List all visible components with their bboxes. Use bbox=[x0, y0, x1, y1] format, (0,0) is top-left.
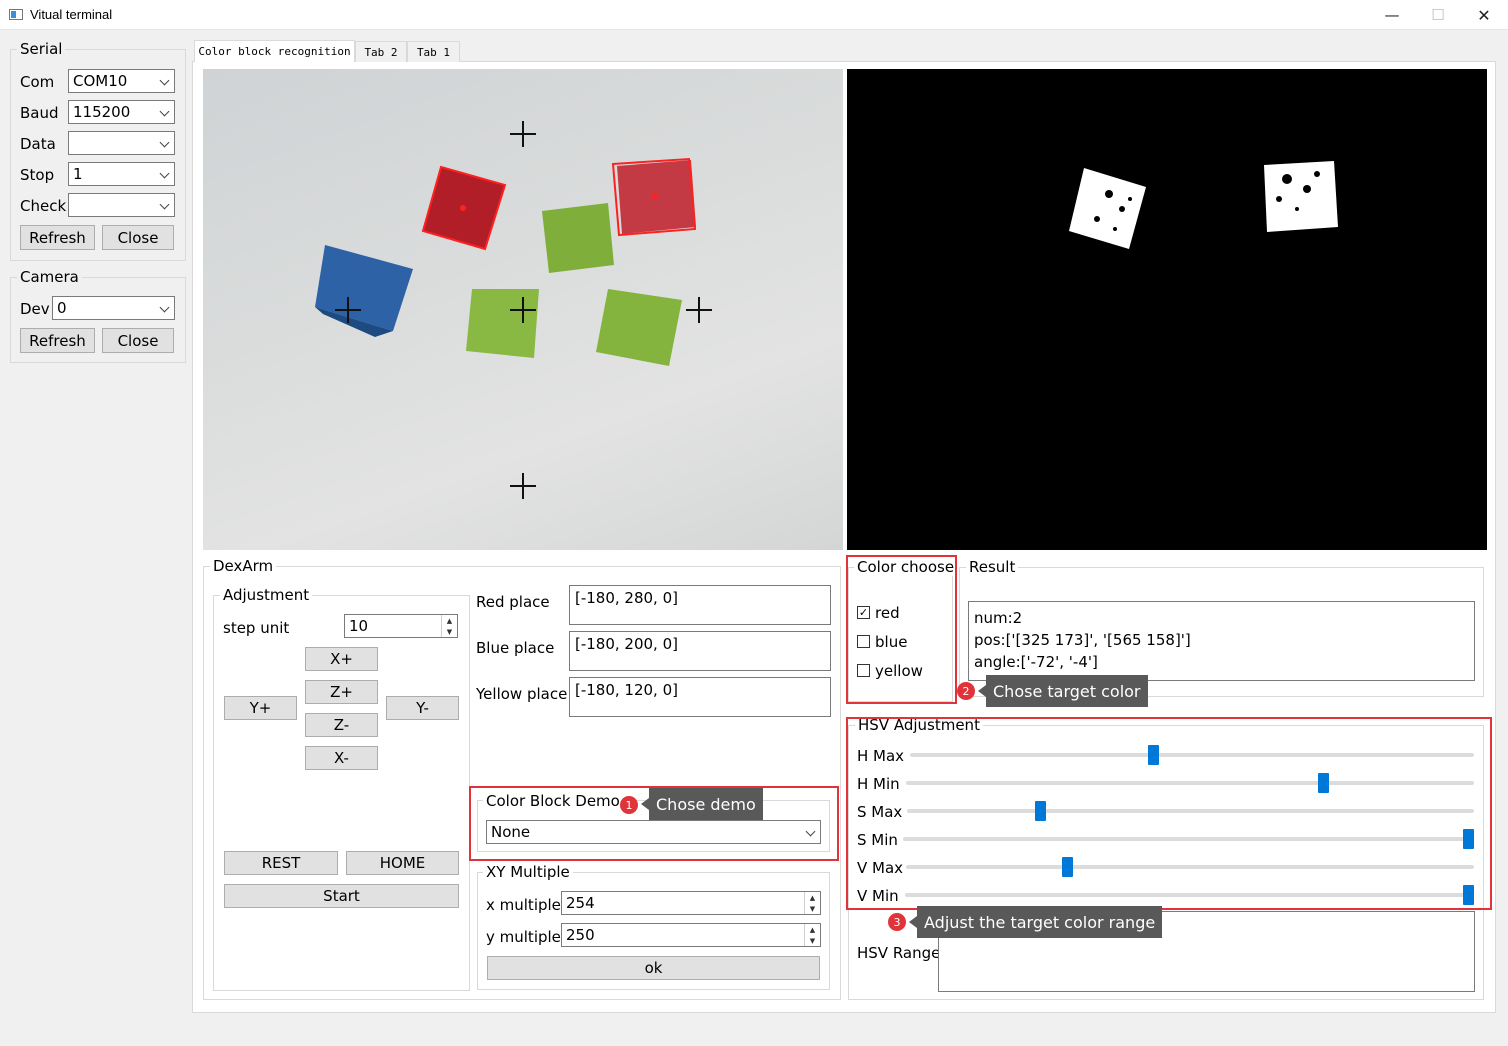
home-button[interactable]: HOME bbox=[346, 851, 459, 875]
data-label: Data bbox=[20, 135, 56, 153]
blue-place-label: Blue place bbox=[476, 639, 555, 657]
chevron-down-icon bbox=[159, 302, 170, 313]
step-unit-spinbox[interactable]: 10 ▲ ▼ bbox=[344, 614, 458, 638]
camera-title: Camera bbox=[17, 268, 82, 286]
x-multiple-value: 254 bbox=[566, 894, 595, 912]
blue-place-field[interactable]: [-180, 200, 0] bbox=[569, 631, 831, 671]
step-unit-value: 10 bbox=[349, 617, 369, 635]
chevron-down-icon bbox=[159, 168, 170, 179]
result-line: num:2 bbox=[974, 609, 1023, 627]
z-plus-button[interactable]: Z+ bbox=[305, 680, 378, 704]
baud-value: 115200 bbox=[73, 103, 131, 121]
camera-refresh-button[interactable]: Refresh bbox=[20, 328, 95, 353]
stop-value: 1 bbox=[73, 165, 83, 183]
adjustment-title: Adjustment bbox=[220, 586, 313, 604]
result-title: Result bbox=[966, 558, 1019, 576]
chevron-down-icon bbox=[159, 199, 170, 210]
spin-down-icon[interactable]: ▼ bbox=[804, 903, 820, 914]
serial-close-button[interactable]: Close bbox=[102, 225, 174, 250]
spin-down-icon[interactable]: ▼ bbox=[804, 935, 820, 946]
com-label: Com bbox=[20, 73, 55, 91]
minimize-button[interactable]: — bbox=[1369, 0, 1415, 30]
start-button[interactable]: Start bbox=[224, 884, 459, 908]
yellow-place-label: Yellow place bbox=[476, 685, 568, 703]
x-multiple-label: x multiple bbox=[486, 896, 561, 914]
annotation-badge: 3 bbox=[888, 913, 906, 931]
dev-value: 0 bbox=[57, 299, 67, 317]
stop-label: Stop bbox=[20, 166, 55, 184]
result-text: num:2 pos:['[325 173]', '[565 158]'] ang… bbox=[968, 601, 1475, 681]
xy-multiple-title: XY Multiple bbox=[483, 863, 573, 881]
chevron-down-icon bbox=[159, 106, 170, 117]
dexarm-title: DexArm bbox=[210, 557, 277, 575]
camera-scene bbox=[315, 121, 712, 499]
com-value: COM10 bbox=[73, 72, 128, 90]
serial-refresh-button[interactable]: Refresh bbox=[20, 225, 95, 250]
stop-select[interactable]: 1 bbox=[68, 162, 175, 186]
annotation-box-color bbox=[846, 555, 957, 704]
baud-label: Baud bbox=[20, 104, 59, 122]
tab-1[interactable]: Tab 1 bbox=[407, 41, 460, 62]
annotation-box-hsv bbox=[846, 717, 1492, 910]
result-line: pos:['[325 173]', '[565 158]'] bbox=[974, 631, 1191, 649]
blue-block-icon bbox=[315, 245, 413, 337]
x-plus-button[interactable]: X+ bbox=[305, 647, 378, 671]
y-multiple-label: y multiple bbox=[486, 928, 561, 946]
mask-blobs bbox=[1069, 161, 1338, 249]
hsv-range-label: HSV Range bbox=[857, 944, 941, 962]
red-block-icon bbox=[421, 165, 507, 251]
camera-view bbox=[203, 69, 843, 550]
y-minus-button[interactable]: Y- bbox=[386, 696, 459, 720]
red-place-label: Red place bbox=[476, 593, 550, 611]
check-label: Check bbox=[20, 197, 67, 215]
annotation-badge: 2 bbox=[957, 682, 975, 700]
data-select[interactable] bbox=[68, 131, 175, 155]
spin-down-icon[interactable]: ▼ bbox=[441, 626, 457, 637]
annotation-badge: 1 bbox=[620, 796, 638, 814]
y-plus-button[interactable]: Y+ bbox=[224, 696, 297, 720]
app-icon bbox=[9, 9, 23, 20]
serial-title: Serial bbox=[17, 40, 66, 58]
mask-view bbox=[847, 69, 1487, 550]
ok-button[interactable]: ok bbox=[487, 956, 820, 980]
maximize-button[interactable]: ☐ bbox=[1415, 0, 1461, 30]
chevron-down-icon bbox=[159, 75, 170, 86]
dev-label: Dev bbox=[20, 300, 50, 318]
annotation-tooltip: Adjust the target color range bbox=[908, 906, 1163, 938]
dev-select[interactable]: 0 bbox=[52, 296, 175, 320]
y-multiple-spinbox[interactable]: 250 ▲ ▼ bbox=[561, 923, 821, 947]
close-window-button[interactable]: ✕ bbox=[1461, 0, 1507, 30]
rest-button[interactable]: REST bbox=[224, 851, 338, 875]
baud-select[interactable]: 115200 bbox=[68, 100, 175, 124]
tab-2[interactable]: Tab 2 bbox=[355, 41, 407, 62]
step-unit-label: step unit bbox=[223, 619, 290, 637]
yellow-place-field[interactable]: [-180, 120, 0] bbox=[569, 677, 831, 717]
title-bar: Vitual terminal — ☐ ✕ bbox=[0, 0, 1508, 30]
z-minus-button[interactable]: Z- bbox=[305, 713, 378, 737]
window-title: Vitual terminal bbox=[30, 7, 113, 22]
chevron-down-icon bbox=[159, 137, 170, 148]
y-multiple-value: 250 bbox=[566, 926, 595, 944]
x-multiple-spinbox[interactable]: 254 ▲ ▼ bbox=[561, 891, 821, 915]
tab-color-block-recognition[interactable]: Color block recognition bbox=[194, 40, 355, 62]
x-minus-button[interactable]: X- bbox=[305, 746, 378, 770]
red-block-icon bbox=[611, 157, 697, 237]
com-select[interactable]: COM10 bbox=[68, 69, 175, 93]
camera-close-button[interactable]: Close bbox=[102, 328, 174, 353]
annotation-tooltip: Chose demo bbox=[641, 788, 763, 820]
annotation-tooltip: Chose target color bbox=[978, 675, 1148, 707]
result-line: angle:['-72', '-4'] bbox=[974, 653, 1098, 671]
check-select[interactable] bbox=[68, 193, 175, 217]
red-place-field[interactable]: [-180, 280, 0] bbox=[569, 585, 831, 625]
